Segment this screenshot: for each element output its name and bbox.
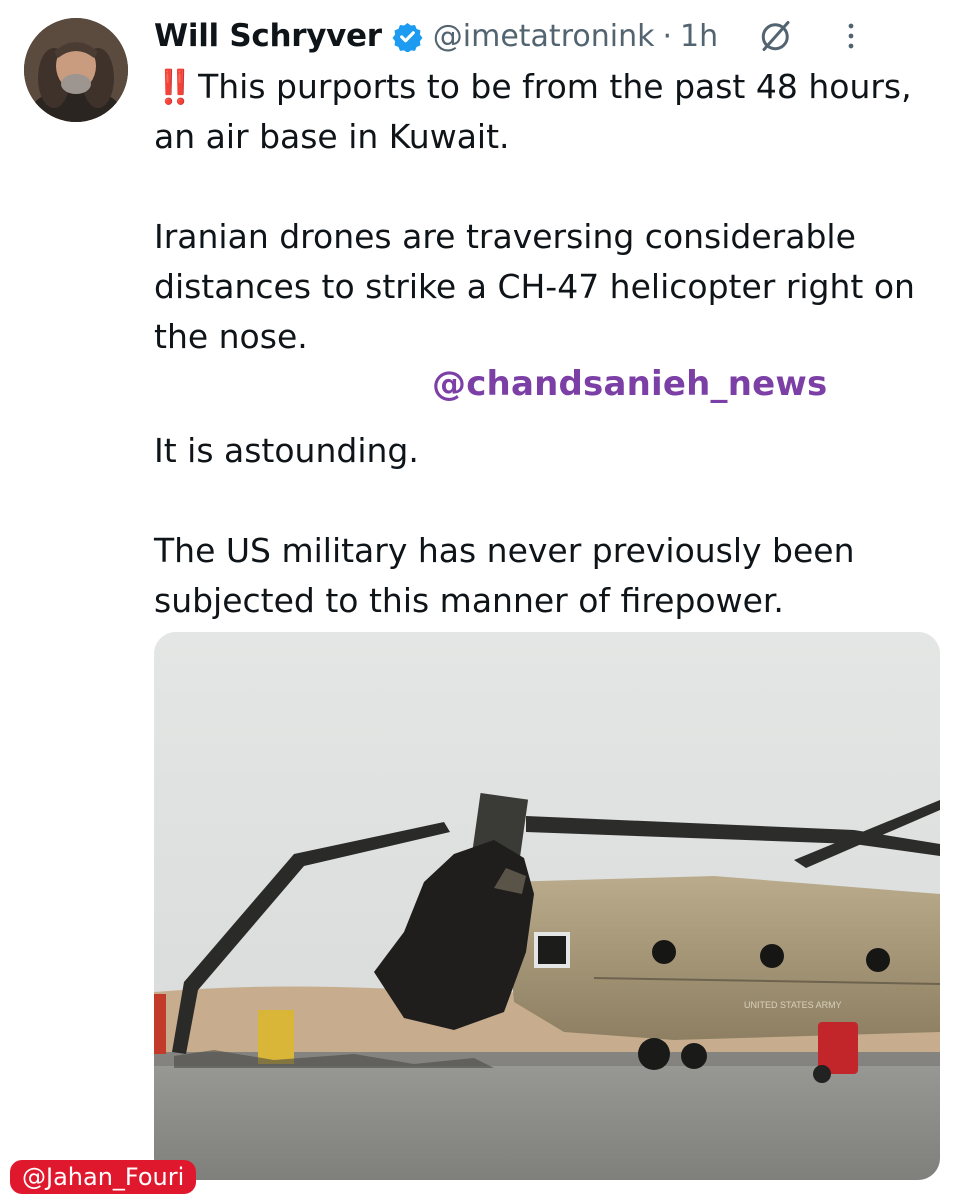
tweet-line-4: The US military has never previously bee… xyxy=(154,531,855,620)
grok-icon[interactable] xyxy=(758,18,794,54)
tweet-line-1: ‼️ This purports to be from the past 48 h… xyxy=(154,67,912,156)
double-exclamation-emoji: ‼️ xyxy=(154,67,195,106)
tweet-header: Will Schryver @imetatronink · 1h xyxy=(154,14,936,58)
verified-badge-icon xyxy=(392,22,423,52)
author-handle[interactable]: @imetatronink xyxy=(433,19,655,54)
credit-tag: @Jahan_Fouri xyxy=(10,1160,197,1194)
tweet-photo[interactable]: UNITED STATES ARMY xyxy=(154,632,940,1180)
separator-dot: · xyxy=(662,18,673,54)
author-name[interactable]: Will Schryver xyxy=(154,18,382,54)
fuselage-label: UNITED STATES ARMY xyxy=(744,1000,842,1010)
more-options-icon[interactable] xyxy=(846,21,856,51)
tweet-text: ‼️ This purports to be from the past 48 h… xyxy=(154,62,944,626)
timestamp[interactable]: 1h xyxy=(680,19,718,54)
tweet-line-3: It is astounding. xyxy=(154,431,419,470)
avatar[interactable] xyxy=(24,18,128,122)
tweet-line-2: Iranian drones are traversing considerab… xyxy=(154,217,915,356)
watermark-channel: @chandsanieh_news xyxy=(432,364,828,404)
